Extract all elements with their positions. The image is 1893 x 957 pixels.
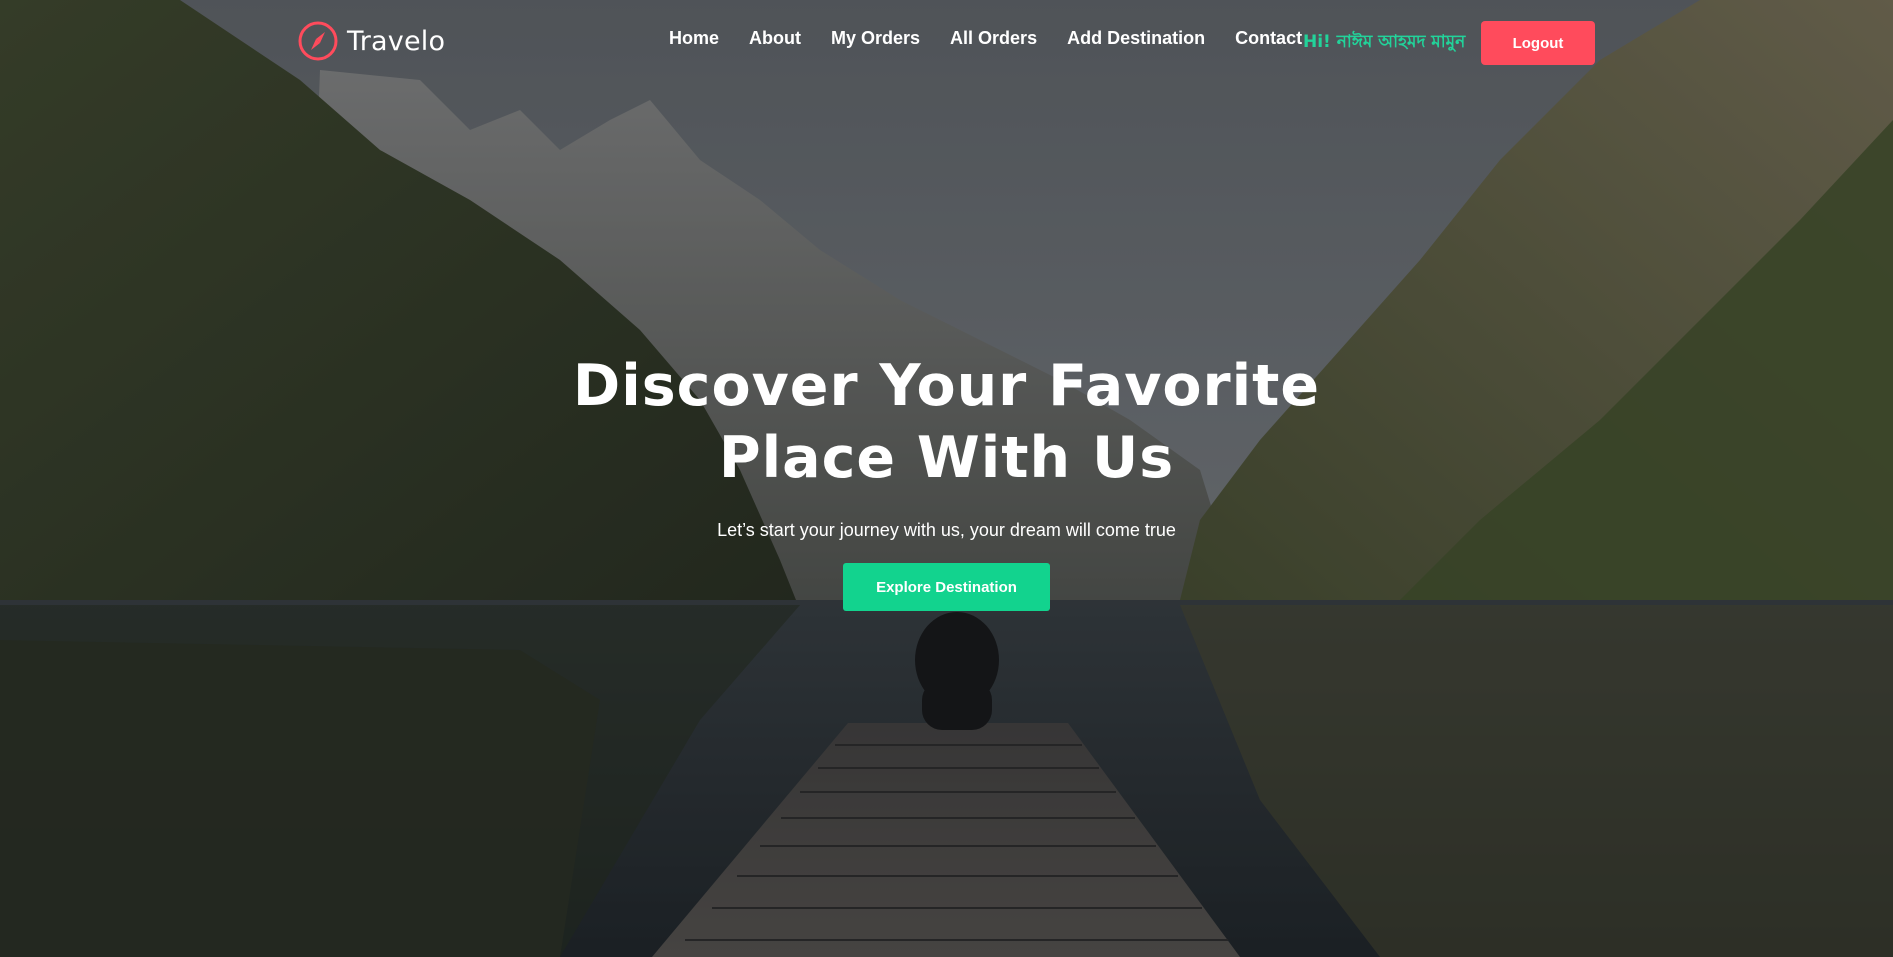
nav-item: All Orders	[950, 28, 1037, 49]
nav-item: Add Destination	[1067, 28, 1205, 49]
nav-link-add-destination[interactable]: Add Destination	[1067, 28, 1205, 48]
nav-item: My Orders	[831, 28, 920, 49]
nav-item: Contact	[1235, 28, 1302, 49]
explore-destination-button[interactable]: Explore Destination	[843, 563, 1050, 611]
hero-content: Discover Your Favorite Place With Us Let…	[0, 350, 1893, 611]
nav-item: Home	[669, 28, 719, 49]
brand-name: Travelo	[347, 25, 446, 57]
nav-link-all-orders[interactable]: All Orders	[950, 28, 1037, 48]
hero-subtitle: Let’s start your journey with us, your d…	[717, 520, 1176, 540]
brand-logo-link[interactable]: Travelo	[297, 20, 445, 62]
main-nav: Home About My Orders All Orders Add Dest…	[669, 28, 1302, 49]
logout-button[interactable]: Logout	[1481, 21, 1595, 65]
nav-link-home[interactable]: Home	[669, 28, 719, 48]
nav-link-my-orders[interactable]: My Orders	[831, 28, 920, 48]
site-header: Travelo Home About My Orders All Orders …	[0, 0, 1893, 84]
nav-link-about[interactable]: About	[749, 28, 801, 48]
user-greeting: Hi! নাঈম আহমদ মামুন	[1303, 32, 1466, 52]
hero-section: Travelo Home About My Orders All Orders …	[0, 0, 1893, 957]
nav-item: About	[749, 28, 801, 49]
hero-title: Discover Your Favorite Place With Us	[572, 353, 1321, 491]
nav-link-contact[interactable]: Contact	[1235, 28, 1302, 48]
compass-icon	[298, 21, 338, 61]
